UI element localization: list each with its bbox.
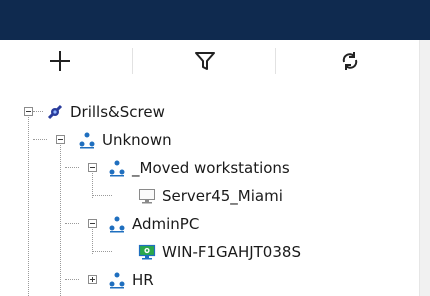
- tree-line: [33, 139, 47, 140]
- computer-online-icon: [138, 243, 156, 261]
- tree-item-drills-screw[interactable]: Drills&Screw: [46, 98, 165, 126]
- tree-item-win-f1gahjt038s[interactable]: WIN-F1GAHJT038S: [138, 238, 301, 266]
- tree-item-label: Server45_Miami: [162, 187, 283, 205]
- tree-line: [92, 226, 93, 254]
- tree-line: [60, 142, 61, 296]
- tree-line: [92, 251, 112, 252]
- group-icon: [78, 131, 96, 149]
- device-tree: Drills&Screw Unknown _Moved workstations: [0, 82, 420, 296]
- scrollbar[interactable]: [419, 40, 430, 296]
- tree-item-label: WIN-F1GAHJT038S: [162, 243, 301, 261]
- tree-item-label: HR: [132, 271, 154, 289]
- group-icon: [108, 159, 126, 177]
- collapse-toggle[interactable]: [88, 163, 97, 172]
- computer-offline-icon: [138, 187, 156, 205]
- toolbar: [0, 40, 420, 82]
- add-button[interactable]: [0, 40, 120, 82]
- refresh-button[interactable]: [290, 40, 410, 82]
- filter-button[interactable]: [145, 40, 265, 82]
- tree-item-unknown[interactable]: Unknown: [78, 126, 172, 154]
- collapse-toggle[interactable]: [24, 107, 33, 116]
- filter-icon: [195, 52, 215, 70]
- tree-item-label: Unknown: [102, 131, 172, 149]
- tree-item-server45-miami[interactable]: Server45_Miami: [138, 182, 283, 210]
- tree-item-hr[interactable]: HR: [108, 266, 154, 294]
- tree-line: [65, 279, 79, 280]
- plus-icon: [50, 51, 70, 71]
- tree-item-label: AdminPC: [132, 215, 200, 233]
- app-header: [0, 0, 430, 40]
- group-icon: [108, 271, 126, 289]
- tree-line: [33, 111, 43, 112]
- collapse-toggle[interactable]: [56, 135, 65, 144]
- tree-line: [65, 223, 79, 224]
- tree-item-moved-workstations[interactable]: _Moved workstations: [108, 154, 290, 182]
- tree-line: [92, 170, 93, 198]
- tree-item-label: Drills&Screw: [70, 103, 165, 121]
- toolbar-divider: [275, 48, 276, 74]
- refresh-icon: [342, 52, 358, 70]
- group-icon: [108, 215, 126, 233]
- tree-line: [28, 114, 29, 296]
- tree-line: [65, 167, 79, 168]
- tree-line: [92, 195, 112, 196]
- network-icon: [46, 103, 64, 121]
- expand-toggle[interactable]: [88, 275, 97, 284]
- toolbar-divider: [132, 48, 133, 74]
- tree-item-label: _Moved workstations: [132, 159, 290, 177]
- tree-item-adminpc[interactable]: AdminPC: [108, 210, 199, 238]
- collapse-toggle[interactable]: [88, 219, 97, 228]
